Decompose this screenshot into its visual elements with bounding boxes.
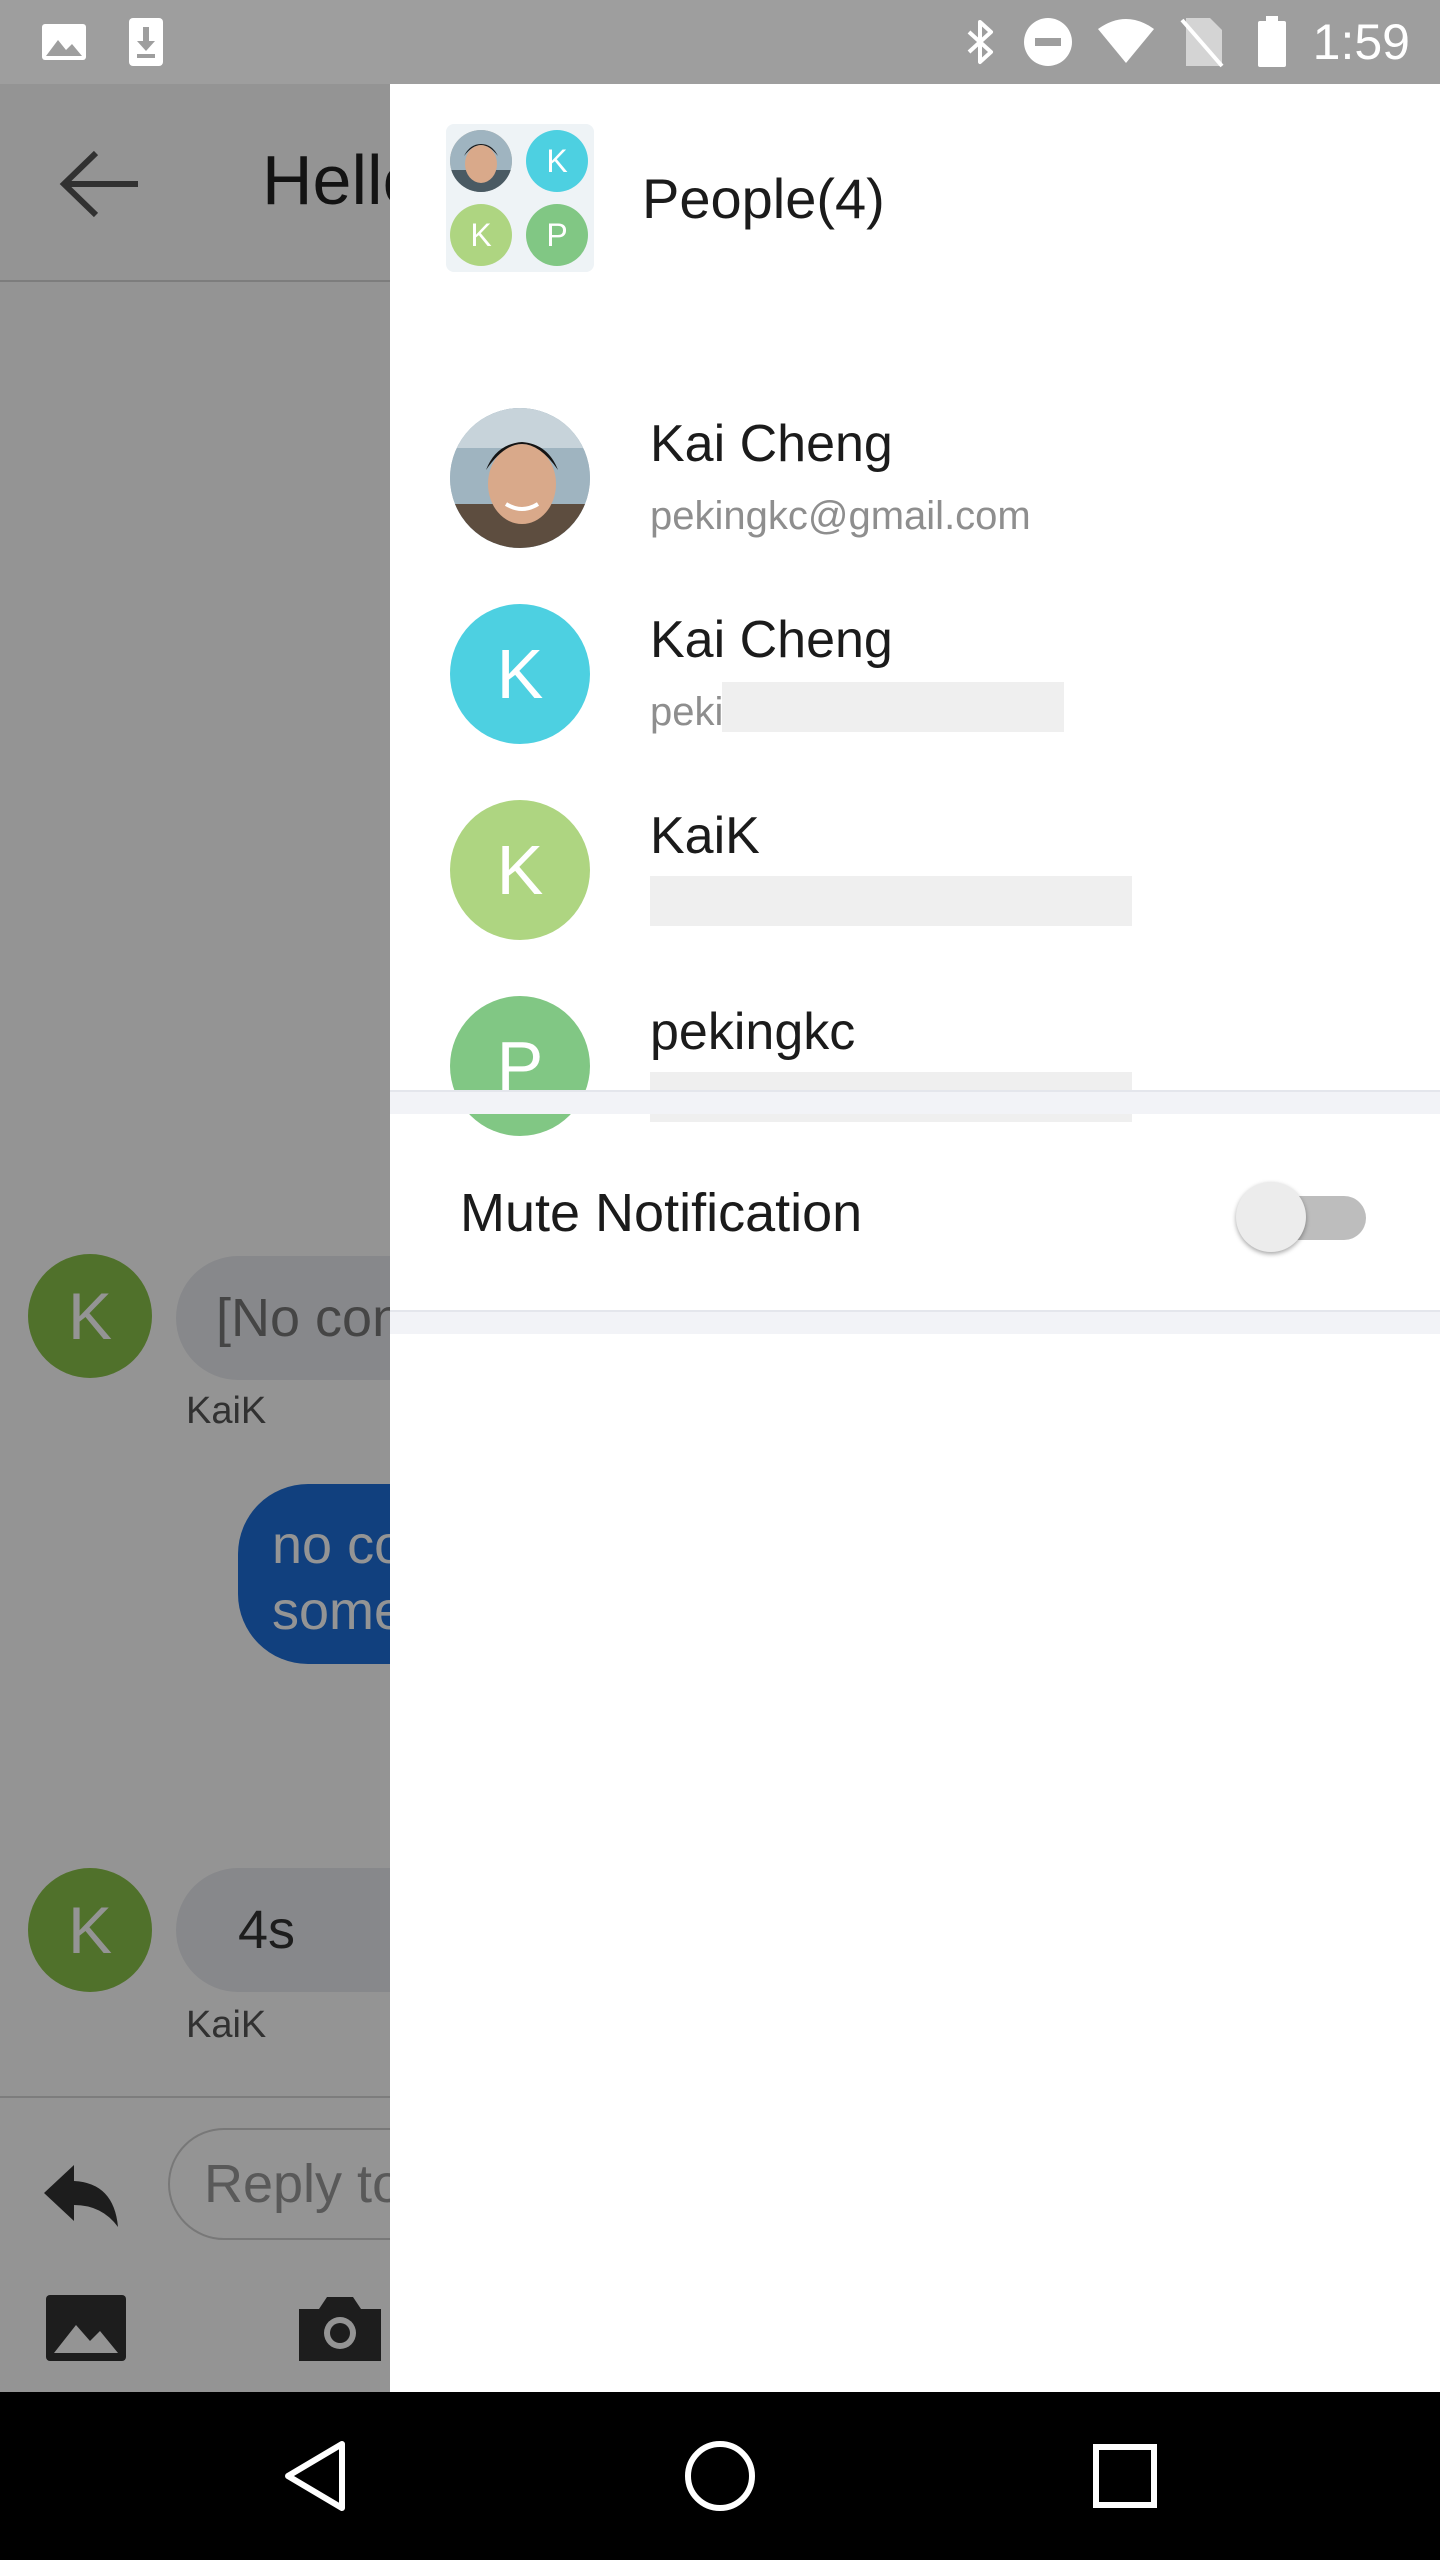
people-title: People(4) <box>642 167 885 230</box>
mute-notification-toggle[interactable] <box>1236 1180 1374 1252</box>
download-icon <box>124 0 168 84</box>
member-row[interactable]: K KaiK <box>390 766 1440 962</box>
group-avatar-letter: K <box>450 204 512 266</box>
bluetooth-icon <box>958 0 1002 84</box>
redacted-email <box>650 876 1132 926</box>
member-email: peki <box>650 690 724 734</box>
battery-icon <box>1250 0 1294 84</box>
navigation-bar <box>0 2392 1440 2560</box>
group-avatar: K K P <box>446 124 594 272</box>
avatar-photo-icon <box>450 130 512 192</box>
member-name: pekingkc <box>650 1003 856 1061</box>
group-avatar-letter: K <box>526 130 588 192</box>
mute-notification-row[interactable]: Mute Notification <box>390 1114 1440 1310</box>
back-icon[interactable] <box>265 2426 365 2526</box>
home-icon[interactable] <box>670 2426 770 2526</box>
do-not-disturb-icon <box>1020 0 1076 84</box>
member-email: pekingkc@gmail.com <box>650 494 1031 538</box>
recents-icon[interactable] <box>1075 2426 1175 2526</box>
section-divider <box>390 1090 1440 1114</box>
toggle-thumb <box>1236 1182 1306 1252</box>
avatar <box>450 408 590 548</box>
member-row[interactable]: Kai Cheng pekingkc@gmail.com <box>390 374 1440 570</box>
avatar: K <box>450 604 590 744</box>
mute-notification-label: Mute Notification <box>460 1183 863 1243</box>
no-sim-icon <box>1174 0 1230 84</box>
member-row[interactable]: K Kai Cheng peki <box>390 570 1440 766</box>
section-divider <box>390 1310 1440 1334</box>
group-avatar-letter: P <box>526 204 588 266</box>
avatar: K <box>450 800 590 940</box>
people-drawer: K K P People(4) Kai Cheng pekingkc@gmail… <box>390 84 1440 2392</box>
member-name: Kai Cheng <box>650 415 893 473</box>
member-name: Kai Cheng <box>650 611 893 669</box>
status-time: 1:59 <box>1312 14 1410 70</box>
status-bar: 1:59 <box>0 0 1440 84</box>
image-icon <box>36 0 92 84</box>
member-name: KaiK <box>650 807 760 865</box>
wifi-icon <box>1094 0 1158 84</box>
people-header[interactable]: K K P People(4) <box>390 84 1440 312</box>
redacted-email <box>722 682 1064 732</box>
